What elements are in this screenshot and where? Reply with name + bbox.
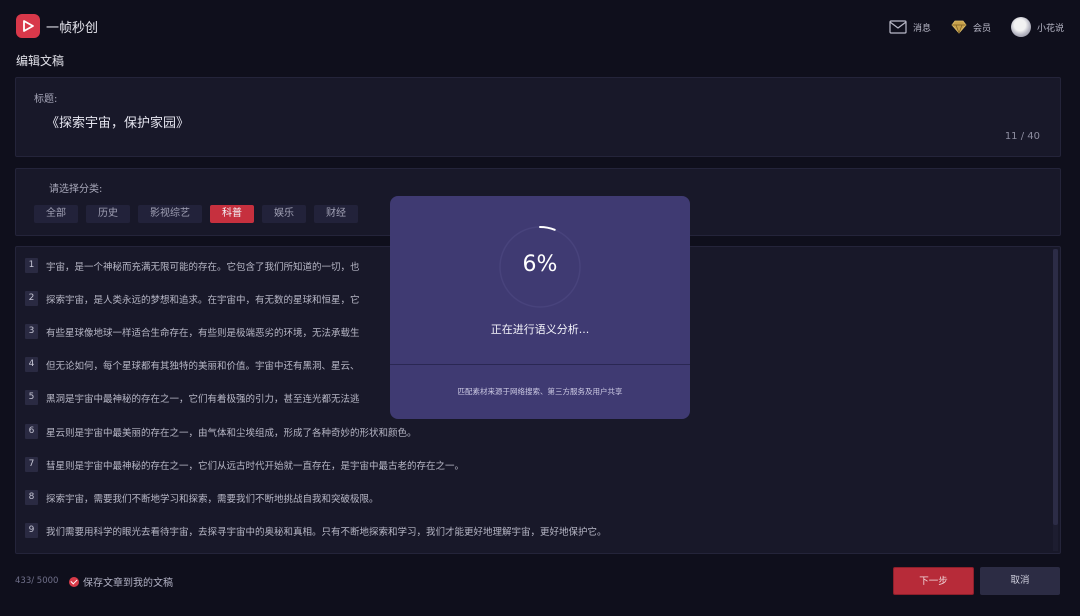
vip-label: 会员 (972, 23, 991, 34)
category-tab-science[interactable]: 科普 (210, 205, 254, 223)
content-line[interactable]: 1 宇宙，是一个神秘而充满无限可能的存在。它包含了我们所知道的一切，也 (25, 258, 360, 273)
app-logo-icon[interactable] (16, 14, 40, 38)
modal-divider (390, 364, 690, 365)
line-text: 宇宙，是一个神秘而充满无限可能的存在。它包含了我们所知道的一切，也 (46, 261, 360, 273)
title-panel: 标题: 11 / 40 (15, 77, 1061, 157)
line-text: 我们需要用科学的眼光去看待宇宙，去探寻宇宙中的奥秘和真相。只有不断地探索和学习，… (46, 526, 607, 538)
content-line[interactable]: 6 星云则是宇宙中最美丽的存在之一，由气体和尘埃组成，形成了各种奇妙的形状和颜色… (25, 424, 417, 439)
analysis-status-text: 正在进行语义分析... (490, 323, 590, 336)
content-scrollbar[interactable] (1053, 249, 1058, 551)
scrollbar-thumb[interactable] (1053, 249, 1058, 525)
save-to-drafts-label: 保存文章到我的文稿 (83, 578, 173, 589)
save-to-drafts-checkbox[interactable]: 保存文章到我的文稿 (69, 574, 173, 589)
content-line[interactable]: 8 探索宇宙，需要我们不断地学习和探索，需要我们不断地挑战自我和突破极限。 (25, 490, 379, 505)
content-line[interactable]: 9 我们需要用科学的眼光去看待宇宙，去探寻宇宙中的奥秘和真相。只有不断地探索和学… (25, 523, 607, 538)
line-number: 4 (25, 357, 38, 372)
material-source-note: 匹配素材来源于网络搜索、第三方服务及用户共享 (457, 387, 623, 396)
app-title: 一帧秒创 (46, 21, 99, 36)
content-line[interactable]: 5 黑洞是宇宙中最神秘的存在之一，它们有着极强的引力，甚至连光都无法逃 (25, 390, 360, 405)
content-line[interactable]: 4 但无论如何，每个星球都有其独特的美丽和价值。宇宙中还有黑洞、星云、 (25, 357, 360, 372)
category-tab-finance[interactable]: 财经 (314, 205, 358, 223)
analysis-progress-modal: 6% 正在进行语义分析... 匹配素材来源于网络搜索、第三方服务及用户共享 (390, 196, 690, 419)
diamond-icon (951, 20, 967, 34)
cancel-button[interactable]: 取消 (980, 567, 1060, 595)
user-name: 小花说 (1036, 23, 1064, 34)
line-number: 2 (25, 291, 38, 306)
play-logo-icon (23, 20, 34, 32)
category-tabs: 全部 历史 影视综艺 科普 娱乐 财经 (34, 205, 358, 223)
line-number: 8 (25, 490, 38, 505)
user-menu[interactable]: 小花说 (1010, 17, 1064, 37)
content-line[interactable]: 7 彗星则是宇宙中最神秘的存在之一，它们从远古时代开始就一直存在，是宇宙中最古老… (25, 457, 464, 472)
content-line[interactable]: 2 探索宇宙，是人类永远的梦想和追求。在宇宙中，有无数的星球和恒星，它 (25, 291, 360, 306)
title-char-count: 11 / 40 (1004, 131, 1040, 142)
line-text: 有些星球像地球一样适合生命存在，有些则是极端恶劣的环境，无法承载生 (46, 327, 360, 339)
line-text: 探索宇宙，需要我们不断地学习和探索，需要我们不断地挑战自我和突破极限。 (46, 493, 379, 505)
line-text: 黑洞是宇宙中最神秘的存在之一，它们有着极强的引力，甚至连光都无法逃 (46, 393, 360, 405)
line-text: 星云则是宇宙中最美丽的存在之一，由气体和尘埃组成，形成了各种奇妙的形状和颜色。 (46, 427, 417, 439)
line-number: 5 (25, 390, 38, 405)
progress-percent: 6% (522, 252, 558, 277)
page-title: 编辑文稿 (16, 54, 65, 68)
content-char-count: 433/ 5000 (15, 576, 59, 586)
line-text: 探索宇宙，是人类永远的梦想和追求。在宇宙中，有无数的星球和恒星，它 (46, 294, 360, 306)
envelope-icon (889, 20, 907, 34)
line-text: 但无论如何，每个星球都有其独特的美丽和价值。宇宙中还有黑洞、星云、 (46, 360, 360, 372)
category-label: 请选择分类: (49, 184, 103, 195)
top-bar: 一帧秒创 消息 会员 小花说 (0, 0, 1080, 52)
category-tab-film[interactable]: 影视综艺 (138, 205, 202, 223)
category-tab-history[interactable]: 历史 (86, 205, 130, 223)
line-number: 6 (25, 424, 38, 439)
category-tab-entertainment[interactable]: 娱乐 (262, 205, 306, 223)
content-line[interactable]: 3 有些星球像地球一样适合生命存在，有些则是极端恶劣的环境，无法承载生 (25, 324, 360, 339)
next-step-button[interactable]: 下一步 (893, 567, 974, 595)
line-number: 1 (25, 258, 38, 273)
messages-button[interactable]: 消息 (889, 20, 931, 34)
title-label: 标题: (34, 94, 58, 105)
category-tab-all[interactable]: 全部 (34, 205, 78, 223)
line-number: 9 (25, 523, 38, 538)
line-number: 7 (25, 457, 38, 472)
check-circle-icon (69, 576, 79, 587)
messages-label: 消息 (912, 23, 931, 34)
line-number: 3 (25, 324, 38, 339)
vip-button[interactable]: 会员 (951, 20, 991, 34)
header-actions: 消息 会员 小花说 (889, 16, 1064, 38)
avatar (1010, 17, 1031, 37)
title-input[interactable] (46, 110, 946, 132)
line-text: 彗星则是宇宙中最神秘的存在之一，它们从远古时代开始就一直存在，是宇宙中最古老的存… (46, 460, 465, 472)
